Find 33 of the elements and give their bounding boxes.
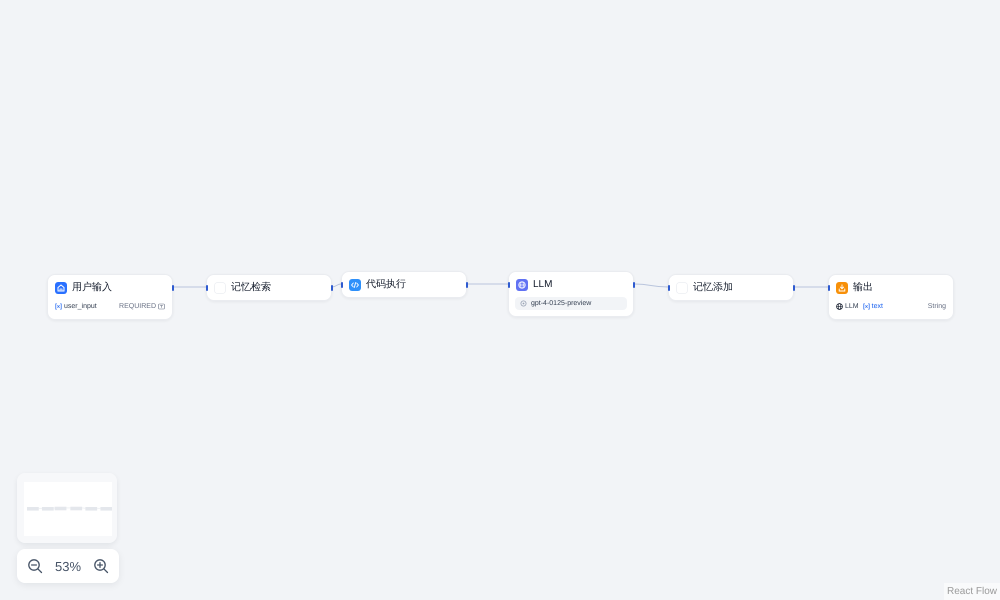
zoom-out-icon (27, 558, 43, 574)
variable-icon (55, 302, 62, 310)
node-title: 用户输入 (72, 282, 112, 294)
workflow-node[interactable]: 代码执行 (341, 271, 467, 298)
handle-icon[interactable] (508, 282, 510, 288)
handle-icon[interactable] (668, 285, 670, 291)
zoom-in-icon (93, 558, 109, 574)
node-title: 代码执行 (366, 278, 406, 290)
handle-icon[interactable] (340, 282, 342, 288)
edge-line (332, 284, 342, 288)
zoom-out-button[interactable] (26, 557, 44, 575)
handle-icon[interactable] (330, 285, 332, 291)
node-title: LLM (533, 278, 552, 290)
zoom-level: 53% (54, 558, 82, 574)
variable-icon (862, 302, 870, 310)
handle-icon[interactable] (828, 285, 830, 291)
edge-line (794, 286, 828, 288)
edge-line (172, 286, 206, 288)
node-title: 记忆检索 (231, 282, 271, 294)
node-title: 记忆添加 (693, 282, 733, 294)
handle-icon[interactable] (466, 282, 468, 288)
globe-icon (836, 302, 843, 310)
circle-icon (520, 300, 527, 307)
text-box-icon (158, 302, 165, 310)
handle-icon[interactable] (206, 285, 208, 291)
handle-icon[interactable] (792, 285, 794, 291)
zoom-in-button[interactable] (92, 557, 110, 575)
node-title: 输出 (853, 282, 873, 294)
workflow-node[interactable]: 记忆添加 (668, 274, 794, 301)
workflow-node[interactable]: 记忆检索 (206, 274, 332, 301)
edge-line (634, 284, 668, 288)
handle-icon[interactable] (632, 282, 634, 288)
handle-icon[interactable] (172, 285, 174, 291)
